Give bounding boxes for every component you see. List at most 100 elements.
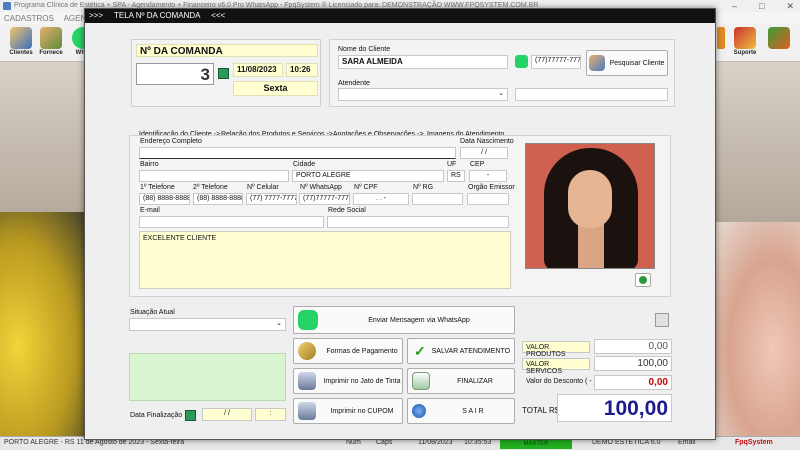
support-icon bbox=[734, 27, 756, 49]
nascimento-label: Data Nascimento bbox=[460, 138, 514, 145]
atendente-extra-field[interactable] bbox=[515, 88, 668, 101]
orgao-field[interactable] bbox=[467, 193, 509, 205]
chevron-down-icon: ⌄ bbox=[498, 90, 504, 97]
status-brand: FpqSystem bbox=[735, 439, 773, 446]
observacao-textarea[interactable]: EXCELENTE CLIENTE bbox=[139, 231, 511, 289]
formas-pagamento-button[interactable]: Formas de Pagamento bbox=[293, 338, 403, 364]
data-finalizacao-field[interactable]: / / bbox=[202, 408, 252, 421]
maximize-icon[interactable]: □ bbox=[759, 1, 764, 12]
celular-field[interactable]: (77) 7777-7777 bbox=[246, 193, 297, 205]
toolbar-clientes-button[interactable]: Clientes bbox=[6, 27, 36, 61]
suppliers-icon bbox=[40, 27, 62, 49]
photo-face bbox=[568, 170, 612, 228]
uf-label: UF bbox=[447, 161, 457, 168]
menu-item-cadastros[interactable]: CADASTROS bbox=[4, 14, 54, 23]
finalizar-label: FINALIZAR bbox=[457, 377, 493, 385]
situacao-select[interactable]: ⌄ bbox=[129, 318, 286, 331]
nome-cliente-field[interactable]: SARA ALMEIDA bbox=[338, 55, 508, 69]
cep-field[interactable]: - bbox=[469, 170, 507, 182]
receipt-printer-icon bbox=[298, 402, 316, 420]
tel1-label: 1º Telefone bbox=[140, 184, 175, 191]
hora-finalizacao-field[interactable]: : bbox=[255, 408, 286, 421]
cidade-field[interactable]: PORTO ALEGRE bbox=[292, 170, 444, 182]
formas-pagamento-label: Formas de Pagamento bbox=[326, 347, 398, 355]
bairro-field[interactable] bbox=[139, 170, 289, 182]
rede-social-label: Rede Social bbox=[328, 207, 366, 214]
status-version: DEMO ESTÉTICA 6.0 bbox=[592, 439, 661, 446]
comanda-panel: Nº DA COMANDA 3 11/08/2023 10:26 Sexta bbox=[131, 39, 321, 107]
toolbar-exit-button[interactable] bbox=[764, 27, 794, 61]
minimize-icon[interactable]: – bbox=[732, 1, 737, 12]
finalizar-button[interactable]: FINALIZAR bbox=[407, 368, 515, 394]
status-user: MASTER bbox=[500, 439, 572, 449]
tel2-field[interactable]: (88) 8888-8888 bbox=[193, 193, 243, 205]
calculator-icon[interactable] bbox=[655, 313, 669, 327]
cliente-phone-field[interactable]: (77)77777-7777 bbox=[531, 55, 581, 69]
wallpaper-right-image bbox=[710, 222, 800, 436]
email-field[interactable] bbox=[139, 216, 324, 228]
valor-servicos-field: 100,00 bbox=[594, 356, 672, 371]
calendar-icon[interactable] bbox=[185, 410, 196, 421]
tel1-field[interactable]: (88) 8888-8888 bbox=[139, 193, 190, 205]
status-num: Num bbox=[346, 439, 361, 446]
whatsapp-icon[interactable] bbox=[515, 55, 528, 68]
rg-field[interactable] bbox=[412, 193, 463, 205]
atendente-label: Atendente bbox=[338, 80, 370, 87]
status-email: Email bbox=[678, 439, 696, 446]
comanda-date[interactable]: 11/08/2023 bbox=[233, 63, 283, 77]
client-photo bbox=[525, 143, 655, 269]
photo-neck bbox=[578, 224, 604, 268]
status-time: 10:35:53 bbox=[464, 439, 492, 446]
checkmark-icon: ✓ bbox=[414, 342, 426, 359]
coins-icon bbox=[298, 342, 316, 360]
window-controls: – □ ✕ bbox=[732, 1, 794, 12]
tel2-label: 2º Telefone bbox=[193, 184, 228, 191]
bairro-label: Bairro bbox=[140, 161, 159, 168]
cidade-label: Cidade bbox=[293, 161, 316, 168]
sair-label: S A I R bbox=[462, 407, 484, 415]
toolbar-label: Clientes bbox=[9, 50, 33, 56]
nascimento-field[interactable]: / / bbox=[460, 147, 508, 159]
calendar-icon[interactable] bbox=[218, 68, 229, 79]
situacao-label: Situação Atual bbox=[130, 309, 175, 316]
whatsapp-button[interactable]: Enviar Mensagem via WhatsApp bbox=[293, 306, 515, 334]
whatsapp-label: Nº WhatsApp bbox=[300, 184, 342, 191]
rede-social-field[interactable] bbox=[327, 216, 509, 228]
valor-desconto-label: Valor do Desconto ( - ) bbox=[526, 378, 596, 385]
pesquisar-cliente-button[interactable]: Pesquisar Cliente bbox=[586, 50, 668, 76]
toolbar-suporte-button[interactable]: Suporte bbox=[730, 27, 760, 61]
cliente-panel: Nome do Cliente SARA ALMEIDA (77)77777-7… bbox=[329, 39, 675, 107]
wallpaper-left-image bbox=[0, 212, 90, 436]
document-check-icon bbox=[412, 372, 430, 390]
status-city-date: PORTO ALEGRE - RS 11 de Agosto de 2023 -… bbox=[4, 439, 185, 446]
nome-cliente-label: Nome do Cliente bbox=[338, 46, 391, 53]
whatsapp-icon bbox=[298, 310, 318, 330]
cpf-field[interactable]: . . - bbox=[353, 193, 409, 205]
whatsapp-field[interactable]: (77)77777-7777 bbox=[299, 193, 350, 205]
sair-button[interactable]: S A I R bbox=[407, 398, 515, 424]
whatsapp-button-label: Enviar Mensagem via WhatsApp bbox=[368, 316, 470, 324]
data-finalizacao-label: Data Finalização bbox=[130, 412, 183, 419]
comanda-number: 3 bbox=[136, 63, 214, 85]
toolbar-label: Suporte bbox=[733, 50, 757, 56]
endereco-field[interactable] bbox=[139, 147, 456, 159]
imprimir-cupom-button[interactable]: Imprimir no CUPOM bbox=[293, 398, 403, 424]
email-label: E-mail bbox=[140, 207, 160, 214]
comanda-weekday: Sexta bbox=[233, 81, 318, 96]
imprimir-cupom-label: Imprimir no CUPOM bbox=[330, 407, 394, 415]
close-icon[interactable]: ✕ bbox=[786, 1, 794, 12]
toolbar-partial-icon bbox=[717, 27, 725, 49]
upload-arrow-icon bbox=[639, 276, 647, 284]
total-label: TOTAL R$ bbox=[522, 406, 560, 415]
valor-desconto-field[interactable]: 0,00 bbox=[594, 375, 672, 390]
imprimir-jato-button[interactable]: Imprimir no Jato de Tinta bbox=[293, 368, 403, 394]
salvar-atendimento-button[interactable]: ✓ SALVAR ATENDIMENTO bbox=[407, 338, 515, 364]
search-clients-icon bbox=[589, 55, 605, 71]
photo-upload-button[interactable] bbox=[635, 273, 651, 287]
comanda-time[interactable]: 10:26 bbox=[286, 63, 318, 77]
toolbar-fornecedores-button[interactable]: Fornece bbox=[36, 27, 66, 61]
salvar-atendimento-label: SALVAR ATENDIMENTO bbox=[431, 347, 511, 355]
celular-label: Nº Celular bbox=[247, 184, 279, 191]
atendente-select[interactable]: ⌄ bbox=[338, 88, 508, 101]
uf-field[interactable]: RS bbox=[447, 170, 465, 182]
